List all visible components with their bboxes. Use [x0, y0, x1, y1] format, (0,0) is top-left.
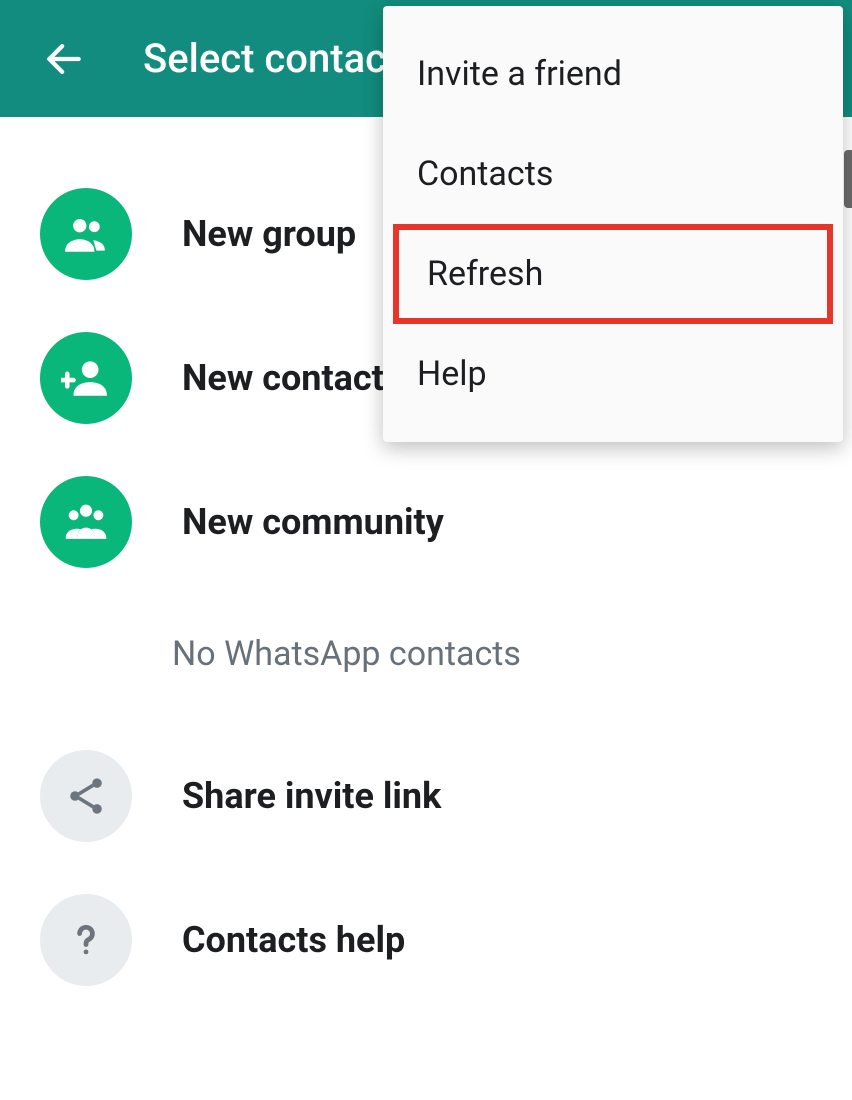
contacts-help-label: Contacts help	[182, 919, 405, 961]
contacts-help-row[interactable]: Contacts help	[0, 868, 852, 1012]
new-community-row[interactable]: New community	[0, 450, 852, 594]
overflow-menu: Invite a friend Contacts Refresh Help	[383, 6, 843, 442]
back-button[interactable]	[40, 35, 88, 83]
share-invite-row[interactable]: Share invite link	[0, 724, 852, 868]
new-community-label: New community	[182, 501, 444, 543]
arrow-left-icon	[42, 37, 86, 81]
menu-item-invite[interactable]: Invite a friend	[383, 24, 843, 124]
scroll-indicator	[844, 150, 852, 208]
community-icon	[40, 476, 132, 568]
page-title: Select contact	[143, 35, 399, 82]
add-contact-icon	[40, 332, 132, 424]
new-group-label: New group	[182, 213, 356, 255]
menu-item-help[interactable]: Help	[383, 324, 843, 424]
share-invite-label: Share invite link	[182, 775, 441, 817]
menu-item-contacts[interactable]: Contacts	[383, 124, 843, 224]
help-icon	[40, 894, 132, 986]
share-icon	[40, 750, 132, 842]
new-contact-label: New contact	[182, 357, 384, 399]
group-icon	[40, 188, 132, 280]
empty-state-text: No WhatsApp contacts	[0, 594, 852, 724]
menu-item-refresh[interactable]: Refresh	[393, 224, 833, 324]
